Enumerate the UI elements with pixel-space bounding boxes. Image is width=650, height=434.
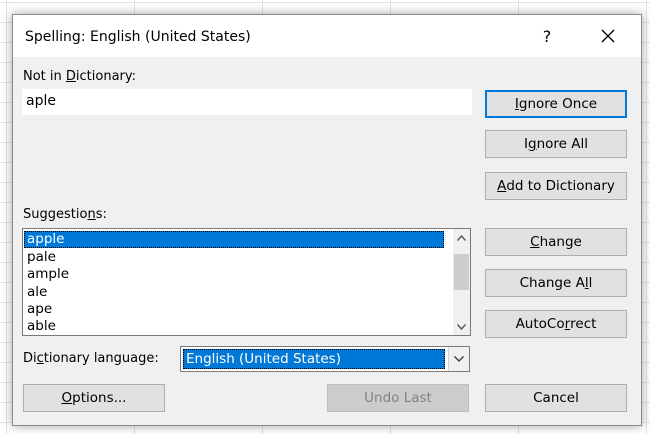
chevron-down-icon [454,356,464,362]
label-text: ictionary: [75,69,137,84]
autocorrect-button[interactable]: AutoCo r rect [485,310,627,338]
not-in-dictionary-field[interactable]: aple [22,89,472,115]
scroll-thumb[interactable] [454,254,469,290]
button-accel: C [530,234,540,250]
label-accel: D [65,69,76,84]
dialog-title: Spelling: English (United States) [25,29,251,45]
suggestion-item[interactable]: ample [24,266,69,283]
button-label: hange [539,234,582,250]
scroll-down-button[interactable] [453,318,470,335]
button-label: l [588,275,593,291]
button-accel: O [61,390,73,406]
suggestion-item[interactable]: ape [24,301,52,318]
label-accel: c [36,351,44,366]
button-label: AutoCo [515,316,565,332]
add-to-dictionary-button[interactable]: Add to Dictionary [485,172,627,200]
button-label: ptions... [72,390,127,406]
close-button[interactable] [585,15,631,57]
button-accel: g [528,136,537,152]
dictionary-language-select[interactable]: English (United States) [180,346,470,372]
dictionary-language-label: Dictionary language: [23,351,159,366]
options-button[interactable]: Options... [23,384,165,412]
suggestions-label: Suggestions: [23,207,107,222]
help-button[interactable]: ? [533,15,561,57]
suggestions-list[interactable]: apple pale ample ale ape able [22,228,471,336]
ignore-all-button[interactable]: Ig nore All [485,130,627,158]
change-button[interactable]: Change [485,228,627,256]
button-label: rect [570,316,597,332]
misspelled-word: aple [26,93,56,109]
button-label: nore All [536,136,588,152]
chevron-up-icon [457,234,466,241]
button-label: Undo Last [364,390,432,406]
selected-language-highlight: English (United States) [183,349,445,369]
change-all-button[interactable]: Change All [485,269,627,297]
label-accel: n [87,207,96,222]
label-text: tionary language: [43,351,159,366]
label-text: Suggestio [23,207,88,222]
button-label: gnore Once [518,96,598,112]
scroll-up-button[interactable] [453,229,470,246]
label-text: s: [95,207,107,222]
dropdown-button[interactable] [448,347,469,371]
ignore-once-button[interactable]: Ignore Once [485,90,627,118]
button-label: Change A [519,275,585,291]
selected-language: English (United States) [186,351,341,367]
label-text: Not in [23,69,66,84]
close-icon [601,29,615,43]
suggestion-item[interactable]: pale [24,249,56,266]
not-in-dictionary-label: Not in Dictionary: [23,69,136,84]
button-accel: A [497,178,507,194]
suggestion-item[interactable]: ale [24,284,47,301]
label-text: Di [23,351,37,366]
button-label: dd to Dictionary [506,178,615,194]
help-label: ? [542,26,552,46]
cancel-button[interactable]: Cancel [485,384,627,412]
undo-last-button[interactable]: Undo Last [327,384,469,412]
spelling-dialog: Spelling: English (United States) ? Not … [12,14,642,426]
button-label: Cancel [533,390,579,406]
chevron-down-icon [457,323,466,330]
suggestions-scrollbar[interactable] [453,229,470,335]
suggestion-item[interactable]: able [24,318,56,335]
title-bar: Spelling: English (United States) ? [13,15,641,57]
suggestion-item[interactable]: apple [24,231,444,248]
